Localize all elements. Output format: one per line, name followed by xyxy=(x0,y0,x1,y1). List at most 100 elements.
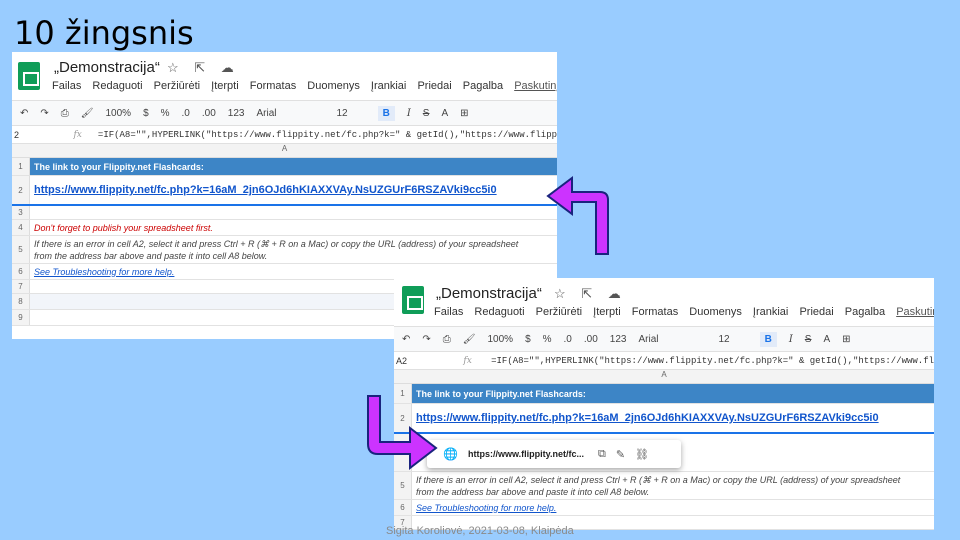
troubleshooting-link[interactable]: See Troubleshooting for more help. xyxy=(412,503,556,513)
bold-button[interactable]: B xyxy=(377,105,395,121)
number-format-select[interactable]: 123 xyxy=(228,108,245,119)
menu-item[interactable]: Failas xyxy=(52,80,81,92)
redo-icon[interactable]: ↷ xyxy=(422,334,430,345)
header-cell[interactable]: The link to your Flippity.net Flashcards… xyxy=(30,158,557,175)
instruction-cell[interactable]: If there is an error in cell A2, select … xyxy=(412,474,912,498)
strikethrough-button[interactable]: S xyxy=(423,108,430,119)
row-number[interactable]: 5 xyxy=(394,472,412,499)
arrow-down-right-icon xyxy=(367,395,438,471)
percent-button[interactable]: % xyxy=(161,108,170,119)
percent-button[interactable]: % xyxy=(543,334,552,345)
slide-title: 10 žingsnis xyxy=(14,14,194,52)
table-row: 3 xyxy=(12,206,557,220)
last-edit-link[interactable]: Paskutinį k xyxy=(896,306,934,318)
menu-item[interactable]: Įrankiai xyxy=(371,80,406,92)
increase-decimal-button[interactable]: .00 xyxy=(584,334,598,345)
sheets-logo-icon xyxy=(402,286,424,314)
row-number[interactable]: 7 xyxy=(12,280,30,293)
font-size-select[interactable]: 12 xyxy=(336,108,347,119)
copy-link-icon[interactable]: ⧉ xyxy=(598,448,606,461)
text-color-button[interactable]: A xyxy=(441,108,448,119)
menu-item[interactable]: Peržiūrėti xyxy=(154,80,200,92)
table-row: 1 The link to your Flippity.net Flashcar… xyxy=(12,158,557,176)
flashcards-link-cell[interactable]: https://www.flippity.net/fc.php?k=16aM_2… xyxy=(412,412,879,424)
menu-item[interactable]: Įrankiai xyxy=(753,306,788,318)
menu-item[interactable]: Duomenys xyxy=(689,306,742,318)
arrow-up-left-icon xyxy=(546,176,609,255)
font-select[interactable]: Arial xyxy=(256,108,276,119)
italic-button[interactable]: I xyxy=(789,334,793,345)
row-number[interactable]: 6 xyxy=(12,264,30,279)
row-number[interactable]: 5 xyxy=(12,236,30,263)
flashcards-link-cell[interactable]: https://www.flippity.net/fc.php?k=16aM_2… xyxy=(30,184,497,196)
undo-icon[interactable]: ↶ xyxy=(20,108,28,119)
troubleshooting-link[interactable]: See Troubleshooting for more help. xyxy=(30,267,174,277)
table-row: 1 The link to your Flippity.net Flashcar… xyxy=(394,384,934,404)
warning-cell[interactable]: Don't forget to publish your spreadsheet… xyxy=(30,223,213,233)
formula-text[interactable]: =IF(A8="",HYPERLINK("https://www.flippit… xyxy=(491,356,934,366)
row-number[interactable]: 9 xyxy=(12,310,30,325)
menu-item[interactable]: Redaguoti xyxy=(474,306,524,318)
formula-text[interactable]: =IF(A8="",HYPERLINK("https://www.flippit… xyxy=(98,130,557,140)
borders-icon[interactable]: ⊞ xyxy=(460,108,468,119)
doc-title[interactable]: „Demonstracija“ xyxy=(54,59,160,76)
menu-bar: Failas Redaguoti Peržiūrėti Įterpti Form… xyxy=(52,80,557,92)
menu-item[interactable]: Įterpti xyxy=(211,80,239,92)
number-format-select[interactable]: 123 xyxy=(610,334,627,345)
currency-button[interactable]: $ xyxy=(525,334,531,345)
cell-reference[interactable]: 2 xyxy=(12,130,73,140)
instruction-cell[interactable]: If there is an error in cell A2, select … xyxy=(30,238,530,262)
row-number[interactable]: 2 xyxy=(12,176,30,204)
font-size-select[interactable]: 12 xyxy=(718,334,729,345)
row-number[interactable]: 4 xyxy=(12,220,30,235)
doc-title[interactable]: „Demonstracija“ xyxy=(436,285,542,302)
bold-button[interactable]: B xyxy=(759,331,777,347)
column-header-a[interactable]: A xyxy=(394,370,934,384)
cell-reference[interactable]: A2 xyxy=(394,356,463,366)
menu-item[interactable]: Pagalba xyxy=(845,306,885,318)
text-color-button[interactable]: A xyxy=(823,334,830,345)
row-number[interactable]: 3 xyxy=(12,206,30,219)
column-header-a[interactable]: A xyxy=(12,144,557,158)
menu-item[interactable]: Peržiūrėti xyxy=(536,306,582,318)
borders-icon[interactable]: ⊞ xyxy=(842,334,850,345)
last-edit-link[interactable]: Paskutinį k xyxy=(514,80,557,92)
zoom-select[interactable]: 100% xyxy=(487,334,513,345)
menu-item[interactable]: Priedai xyxy=(417,80,451,92)
menu-item[interactable]: Formatas xyxy=(250,80,296,92)
sheets-logo-icon xyxy=(18,62,40,90)
menu-item[interactable]: Formatas xyxy=(632,306,678,318)
paint-format-icon[interactable]: 🖌 xyxy=(463,334,476,345)
font-select[interactable]: Arial xyxy=(638,334,658,345)
menu-item[interactable]: Redaguoti xyxy=(92,80,142,92)
edit-link-icon[interactable]: ✎ xyxy=(616,448,625,461)
row-number[interactable]: 6 xyxy=(394,500,412,515)
header-cell[interactable]: The link to your Flippity.net Flashcards… xyxy=(412,384,934,403)
toolbar: ↶ ↷ ⎙ 🖌 100% $ % .0 .00 123 Arial 12 B I… xyxy=(394,326,934,352)
increase-decimal-button[interactable]: .00 xyxy=(202,108,216,119)
undo-icon[interactable]: ↶ xyxy=(402,334,410,345)
zoom-select[interactable]: 100% xyxy=(105,108,131,119)
menu-bar: Failas Redaguoti Peržiūrėti Įterpti Form… xyxy=(434,306,934,318)
decrease-decimal-button[interactable]: .0 xyxy=(564,334,572,345)
strikethrough-button[interactable]: S xyxy=(805,334,812,345)
popup-link[interactable]: https://www.flippity.net/fc... xyxy=(468,449,584,459)
table-row: 5 If there is an error in cell A2, selec… xyxy=(394,472,934,500)
currency-button[interactable]: $ xyxy=(143,108,149,119)
remove-link-icon[interactable]: ⛓ xyxy=(635,448,649,461)
menu-item[interactable]: Priedai xyxy=(799,306,833,318)
star-move-cloud-icons[interactable]: ☆ ⇱ ☁ xyxy=(167,60,240,76)
menu-item[interactable]: Duomenys xyxy=(307,80,360,92)
menu-item[interactable]: Pagalba xyxy=(463,80,503,92)
print-icon[interactable]: ⎙ xyxy=(61,108,69,119)
row-number[interactable]: 1 xyxy=(12,158,30,175)
row-number[interactable]: 8 xyxy=(12,294,30,309)
decrease-decimal-button[interactable]: .0 xyxy=(182,108,190,119)
redo-icon[interactable]: ↷ xyxy=(40,108,48,119)
menu-item[interactable]: Įterpti xyxy=(593,306,621,318)
paint-format-icon[interactable]: 🖌 xyxy=(81,108,94,119)
italic-button[interactable]: I xyxy=(407,108,411,119)
print-icon[interactable]: ⎙ xyxy=(443,334,451,345)
star-move-cloud-icons[interactable]: ☆ ⇱ ☁ xyxy=(554,286,627,302)
menu-item[interactable]: Failas xyxy=(434,306,463,318)
